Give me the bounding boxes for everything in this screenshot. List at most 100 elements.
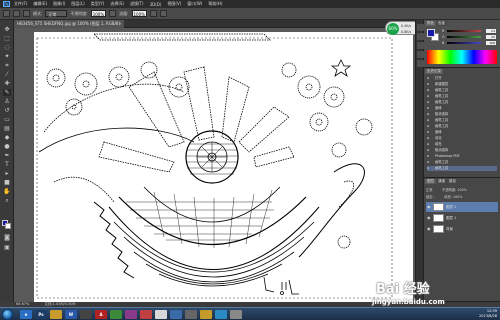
- history-item[interactable]: ▪ 画笔工具: [427, 88, 497, 93]
- layer-row[interactable]: ◉ 图层 1: [426, 213, 498, 223]
- slider-track[interactable]: [447, 42, 481, 44]
- taskbar-app-icon[interactable]: [110, 310, 122, 319]
- history-item[interactable]: ▪ 画笔工具: [427, 160, 497, 165]
- eye-icon[interactable]: ◉: [427, 213, 431, 223]
- document-tab[interactable]: HB3456_ST5 SHEDFNQ.jpg @ 100% (图层 1, RGB…: [14, 20, 124, 28]
- eraser-tool-icon[interactable]: ▭: [3, 116, 11, 123]
- history-item[interactable]: ▪ 画笔工具: [427, 118, 497, 123]
- menu-file[interactable]: 文件(F): [14, 1, 27, 7]
- taskbar-app-icon[interactable]: [140, 310, 152, 319]
- brush-tool-icon[interactable]: ✎: [3, 89, 11, 96]
- menu-select[interactable]: 选择(S): [110, 1, 124, 7]
- quick-mask-icon[interactable]: ◙: [3, 234, 11, 241]
- menu-help[interactable]: 帮助(H): [208, 1, 222, 7]
- color-spectrum[interactable]: [427, 50, 497, 64]
- background-color-swatch[interactable]: [5, 223, 11, 229]
- taskbar-app-icon[interactable]: [215, 310, 227, 319]
- system-clock[interactable]: 12:39 2013/8/28: [479, 309, 497, 319]
- channel-value[interactable]: 168: [486, 41, 496, 45]
- taskbar-app-icon[interactable]: [185, 310, 197, 319]
- crop-tool-icon[interactable]: ⌗: [3, 62, 11, 69]
- tab-paths[interactable]: 路径: [447, 179, 458, 184]
- taskbar-app-icon[interactable]: [50, 310, 62, 319]
- close-icon[interactable]: ×: [119, 20, 122, 28]
- brush-size-icon[interactable]: [13, 10, 20, 17]
- layer-row[interactable]: ◉ 图层 2: [426, 202, 498, 212]
- flow-field[interactable]: 100%: [131, 10, 147, 17]
- brush-preset-icon[interactable]: [3, 10, 10, 17]
- canvas-area[interactable]: [14, 28, 415, 302]
- pressure-opacity-icon[interactable]: [109, 10, 117, 17]
- channel-value[interactable]: 20: [486, 35, 496, 39]
- zoom-tool-icon[interactable]: ⌕: [3, 197, 11, 204]
- taskbar-app-icon[interactable]: [155, 310, 167, 319]
- history-item[interactable]: ▪ 魔棒: [427, 130, 497, 135]
- menu-view[interactable]: 视图(V): [167, 1, 181, 7]
- pen-tool-icon[interactable]: ✒: [3, 152, 11, 159]
- shape-tool-icon[interactable]: ■: [3, 179, 11, 186]
- taskbar-app-icon[interactable]: Ps: [35, 310, 47, 319]
- eye-icon[interactable]: ◉: [427, 202, 431, 212]
- menu-filter[interactable]: 滤镜(T): [130, 1, 144, 7]
- slider-red[interactable]: R 24: [442, 29, 496, 33]
- properties-panel-icon[interactable]: [417, 33, 424, 40]
- dodge-tool-icon[interactable]: ●: [3, 143, 11, 150]
- history-panel-icon[interactable]: [417, 24, 424, 31]
- menu-edit[interactable]: 编辑(E): [33, 1, 47, 7]
- airbrush-icon[interactable]: [149, 10, 157, 17]
- history-item[interactable]: ▪ 取消选择: [427, 148, 497, 153]
- healing-tool-icon[interactable]: ✚: [3, 80, 11, 87]
- tab-layers[interactable]: 图层: [425, 179, 436, 184]
- document-canvas[interactable]: [34, 32, 413, 302]
- slider-blue[interactable]: B 168: [442, 41, 496, 45]
- history-item[interactable]: ▪ 打开: [427, 76, 497, 81]
- history-item[interactable]: ▪ 填充: [427, 142, 497, 147]
- taskbar-app-icon[interactable]: [200, 310, 212, 319]
- gradient-tool-icon[interactable]: ▤: [3, 125, 11, 132]
- mode-dropdown[interactable]: 正常: [45, 10, 68, 17]
- character-panel-icon[interactable]: [417, 51, 424, 58]
- opacity-field[interactable]: 100%: [90, 10, 107, 17]
- slider-green[interactable]: G 20: [442, 35, 496, 39]
- taskbar-app-icon[interactable]: [170, 310, 182, 319]
- eyedropper-tool-icon[interactable]: ⁄: [3, 71, 11, 78]
- history-item[interactable]: ▪ Photoshop PDF: [427, 154, 497, 159]
- taskbar-app-icon[interactable]: A: [95, 310, 107, 319]
- pressure-size-icon[interactable]: [159, 10, 167, 17]
- history-item[interactable]: ▪ 画笔工具: [427, 100, 497, 105]
- start-button[interactable]: [2, 309, 13, 320]
- history-item[interactable]: ▪ 魔棒: [427, 106, 497, 111]
- menu-3d[interactable]: 3D(D): [150, 2, 162, 7]
- taskbar-app-icon[interactable]: e: [20, 310, 32, 319]
- layer-row[interactable]: ◉ 背景: [426, 224, 498, 234]
- history-item[interactable]: ▪ 画笔工具: [427, 166, 497, 171]
- channel-value[interactable]: 24: [486, 29, 496, 33]
- history-item[interactable]: ▪ 画笔工具: [427, 124, 497, 129]
- taskbar-app-icon[interactable]: [80, 310, 92, 319]
- layer-opacity-value[interactable]: 100%: [457, 188, 466, 192]
- fill-value[interactable]: 100%: [453, 195, 462, 199]
- taskbar-app-icon[interactable]: [230, 310, 242, 319]
- path-select-tool-icon[interactable]: ▸: [3, 170, 11, 177]
- stamp-tool-icon[interactable]: ♙: [3, 98, 11, 105]
- taskbar-app-icon[interactable]: [125, 310, 137, 319]
- menu-layer[interactable]: 图层(L): [71, 1, 84, 7]
- slider-track[interactable]: [447, 30, 481, 32]
- hand-tool-icon[interactable]: ✋: [3, 188, 11, 195]
- blur-tool-icon[interactable]: ◆: [3, 134, 11, 141]
- history-item[interactable]: ▪ 新建图层: [427, 82, 497, 87]
- tab-channels[interactable]: 通道: [436, 179, 447, 184]
- blend-mode-dropdown[interactable]: 正常: [426, 188, 433, 192]
- move-tool-icon[interactable]: ✥: [3, 26, 11, 33]
- screen-mode-icon[interactable]: ▣: [3, 244, 11, 251]
- fg-color-mini-swatch[interactable]: [427, 29, 435, 37]
- menu-type[interactable]: 类型(Y): [91, 1, 105, 7]
- magic-wand-tool-icon[interactable]: ✦: [3, 53, 11, 60]
- history-brush-tool-icon[interactable]: ↺: [3, 107, 11, 114]
- eye-icon[interactable]: ◉: [427, 224, 431, 234]
- menu-image[interactable]: 图像(I): [53, 1, 65, 7]
- history-item[interactable]: ▪ 羽化: [427, 136, 497, 141]
- brush-panel-icon[interactable]: [417, 42, 424, 49]
- menu-window[interactable]: 窗口(W): [187, 1, 202, 7]
- history-item[interactable]: ▪ 画笔工具: [427, 94, 497, 99]
